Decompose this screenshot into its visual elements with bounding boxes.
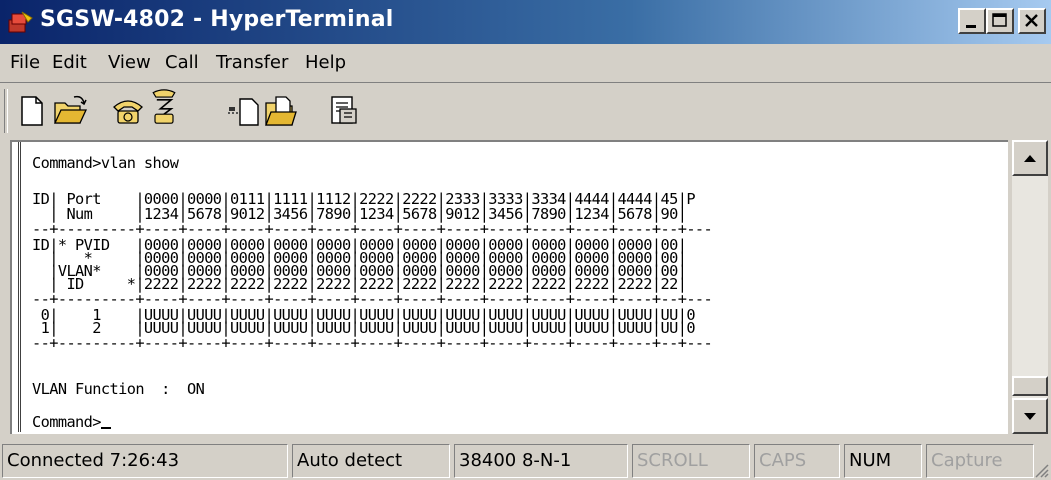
toolbar-grip [4,89,8,133]
scroll-down-button[interactable] [1012,398,1048,434]
menu-help[interactable]: Help [305,52,346,73]
terminal-line: --+---------+----+----+----+----+----+--… [32,290,713,308]
hyperterminal-window: SGSW-4802 - HyperTerminal File Edit View… [0,0,1051,480]
title-bar[interactable]: SGSW-4802 - HyperTerminal [0,0,1051,44]
menu-view[interactable]: View [108,52,151,73]
close-icon [1025,14,1038,27]
terminal-line: Command>vlan show [32,154,179,172]
status-num: NUM [844,444,922,478]
command-prompt[interactable]: Command> [32,413,111,431]
menu-call[interactable]: Call [165,52,199,73]
minimize-button[interactable] [958,8,986,34]
hyperterminal-app-icon[interactable] [8,10,34,34]
call-icon[interactable] [110,93,146,129]
new-icon[interactable] [14,93,50,129]
menu-edit[interactable]: Edit [52,52,87,73]
arrow-up-icon [1024,155,1036,162]
receive-icon[interactable] [262,93,298,129]
send-icon[interactable] [226,93,262,129]
window-title: SGSW-4802 - HyperTerminal [40,7,394,32]
menu-bar: File Edit View Call Transfer Help [0,44,1051,83]
minimize-icon [966,25,976,28]
terminal-line: VLAN Function : ON [32,380,205,398]
maximize-icon [992,13,1007,27]
menu-file[interactable]: File [10,52,40,73]
status-capture: Capture [926,444,1034,478]
vertical-scrollbar[interactable] [1012,140,1048,434]
status-auto-detect: Auto detect [292,444,450,478]
terminal-line: --+---------+----+----+----+----+----+--… [32,220,713,238]
scroll-thumb[interactable] [1012,376,1048,396]
maximize-button[interactable] [986,8,1014,34]
status-bar: Connected 7:26:43 Auto detect 38400 8-N-… [0,438,1051,480]
status-caps: CAPS [754,444,840,478]
properties-icon[interactable] [326,93,362,129]
status-port-settings: 38400 8-N-1 [454,444,628,478]
close-button[interactable] [1018,8,1046,34]
scroll-up-button[interactable] [1012,140,1048,176]
arrow-down-icon [1024,413,1036,420]
prompt-text: Command> [32,413,101,431]
status-scroll: SCROLL [632,444,750,478]
toolbar [0,82,1051,139]
disconnect-icon[interactable] [146,89,182,125]
text-cursor [100,427,111,429]
terminal-screen[interactable]: Command>vlan show ID| Port |0000|0000|01… [10,140,1008,434]
status-connected: Connected 7:26:43 [2,444,288,478]
resize-grip-icon[interactable] [1033,462,1049,478]
menu-transfer[interactable]: Transfer [216,52,288,73]
open-icon[interactable] [52,93,88,129]
terminal-line: --+---------+----+----+----+----+----+--… [32,334,713,352]
